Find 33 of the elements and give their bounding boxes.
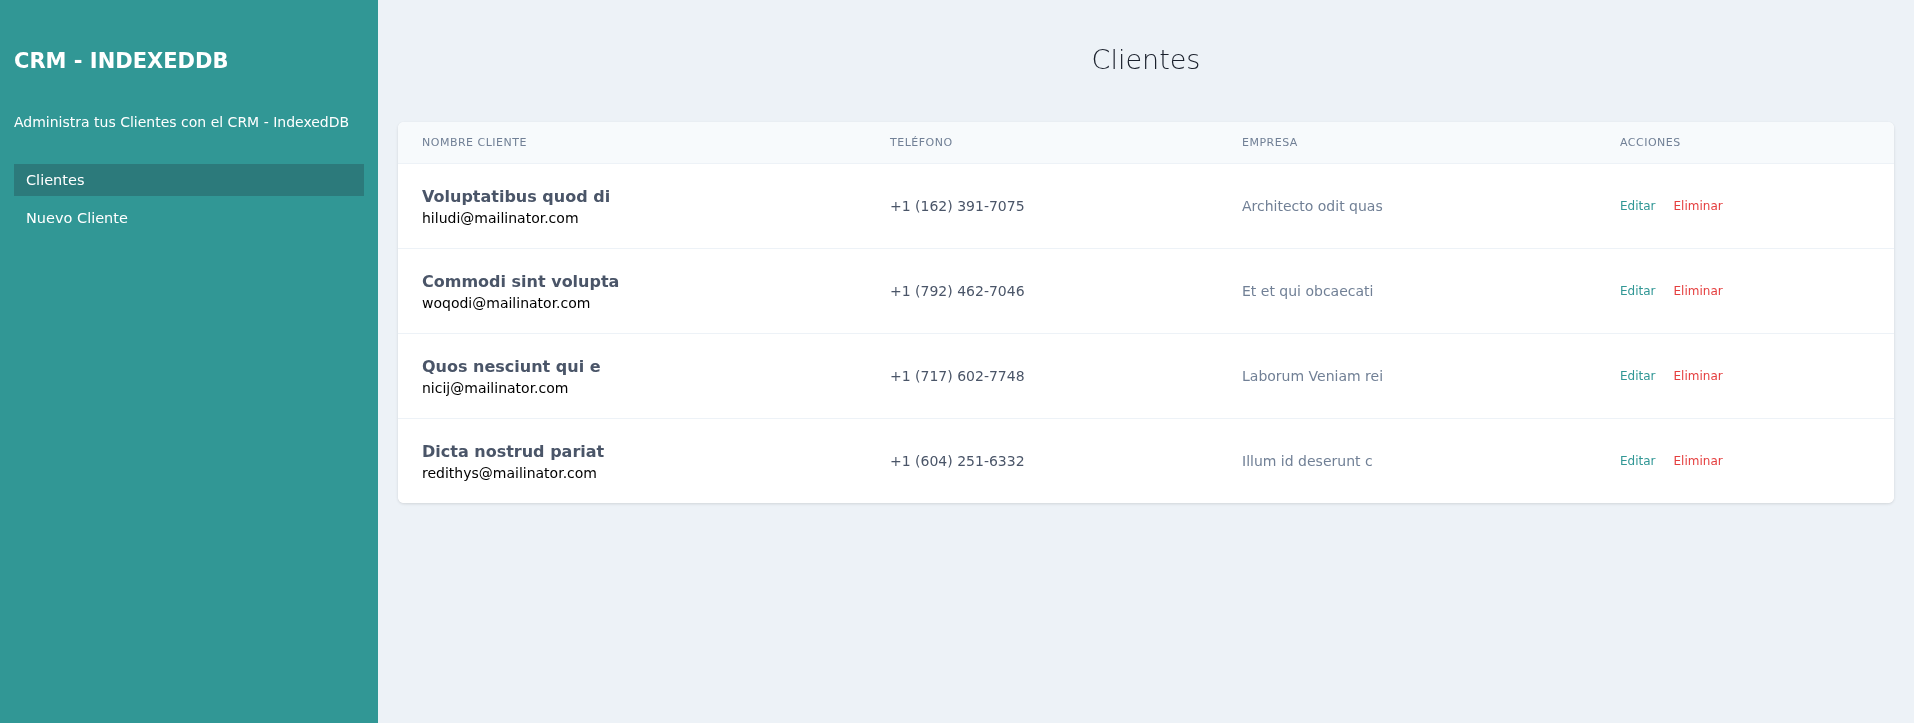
client-company: Architecto odit quas [1242,198,1384,214]
column-header: EMPRESA [1242,136,1299,149]
nav-link[interactable]: Clientes [14,164,364,196]
page-title: Clientes [1090,43,1202,77]
client-name: Dicta nostrud pariat [422,441,606,461]
client-name: Quos nesciunt qui e [422,356,602,376]
delete-link[interactable]: Eliminar [1673,284,1723,298]
client-email: nicij@mailinator.com [422,379,570,396]
client-company: Laborum Veniam rei [1242,368,1385,384]
edit-link[interactable]: Editar [1620,199,1656,213]
app-subtitle: Administra tus Clientes con el CRM - IndexedDB [14,113,351,132]
delete-link[interactable]: Eliminar [1673,369,1723,383]
column-header: TELÉFONO [890,136,954,149]
client-email: hiludi@mailinator.com [422,209,580,226]
client-name: Voluptatibus quod di [422,186,612,206]
client-company: Illum id deserunt c [1242,453,1374,469]
client-company: Et et qui obcaecati [1242,283,1375,299]
client-phone: +1 (604) 251-6332 [890,453,1026,469]
delete-link[interactable]: Eliminar [1673,454,1723,468]
client-phone: +1 (717) 602-7748 [890,368,1026,384]
edit-link[interactable]: Editar [1620,369,1656,383]
client-email: woqodi@mailinator.com [422,294,592,311]
client-email: redithys@mailinator.com [422,464,598,481]
edit-link[interactable]: Editar [1620,454,1656,468]
column-header: ACCIONES [1620,136,1682,149]
nav-link[interactable]: Nuevo Cliente [14,202,364,234]
client-phone: +1 (162) 391-7075 [890,198,1026,214]
client-phone: +1 (792) 462-7046 [890,283,1026,299]
client-name: Commodi sint volupta [422,271,621,291]
app-title: CRM - INDEXEDDB [14,48,230,75]
column-header: NOMBRE CLIENTE [422,136,528,149]
delete-link[interactable]: Eliminar [1673,199,1723,213]
edit-link[interactable]: Editar [1620,284,1656,298]
